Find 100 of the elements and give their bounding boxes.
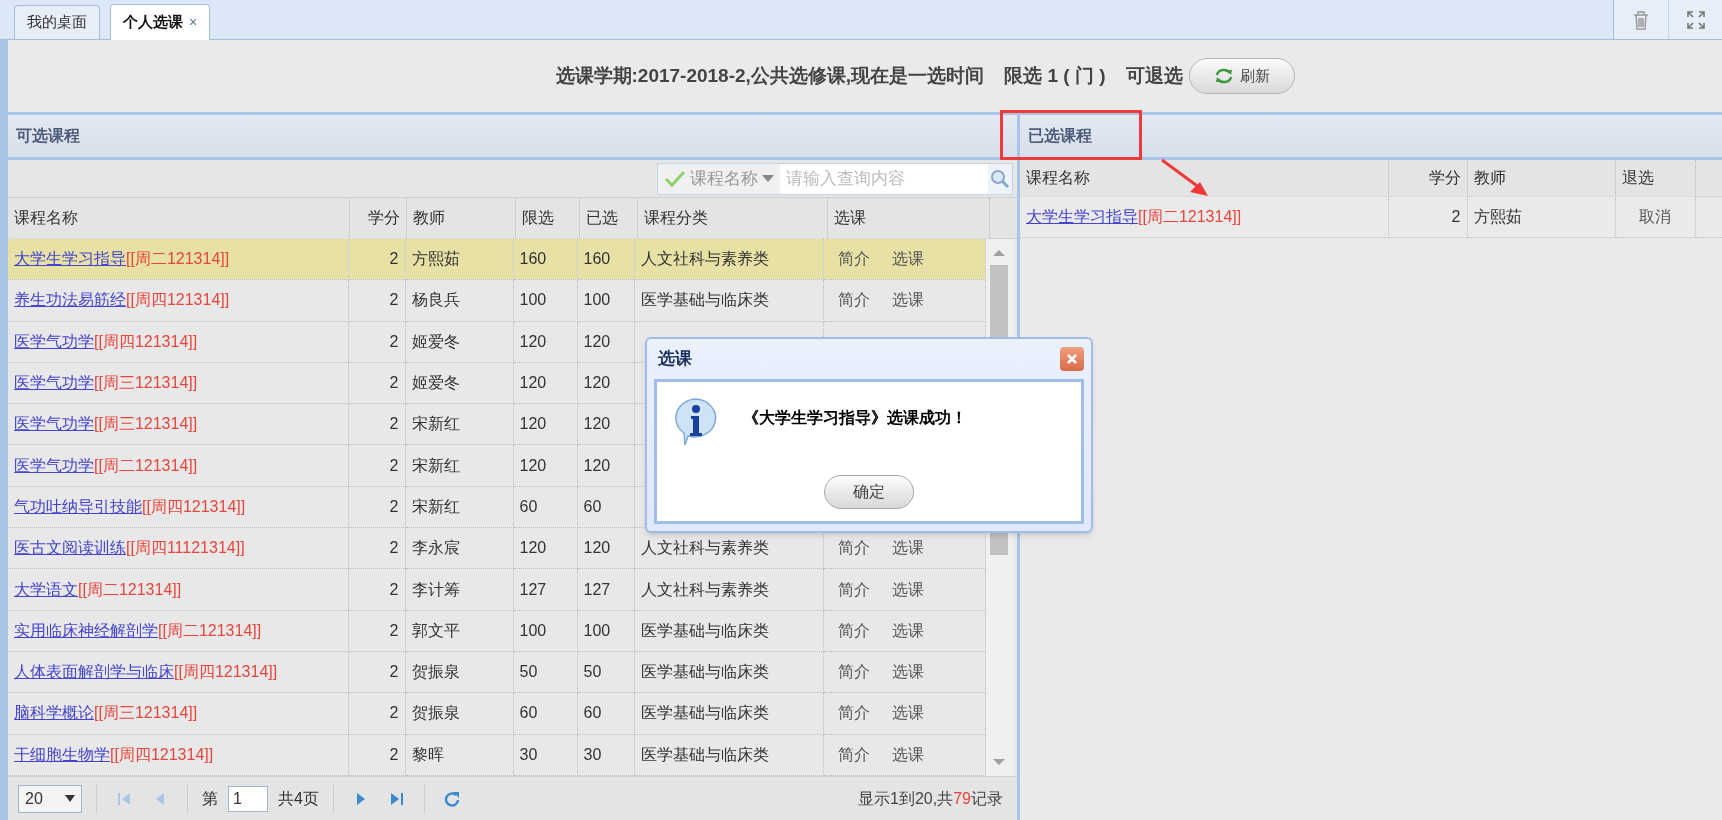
- column-header[interactable]: 教师: [1467, 160, 1615, 196]
- table-cell: 宋新红: [405, 486, 513, 528]
- action-link[interactable]: 简介: [837, 663, 870, 681]
- record-summary: 显示1到20,共79记录: [858, 788, 1004, 809]
- action-link[interactable]: 选课: [891, 663, 924, 681]
- schedule-text: [[周二121314]]: [78, 580, 182, 598]
- course-link[interactable]: 人体表面解剖学与临床: [14, 663, 174, 681]
- table-cell: 郭文平: [405, 610, 513, 652]
- table-cell: 120: [513, 445, 577, 487]
- column-header[interactable]: 学分: [1388, 160, 1467, 196]
- course-link[interactable]: 实用临床神经解剖学: [14, 621, 158, 639]
- action-link[interactable]: 简介: [837, 539, 870, 557]
- table-cell: 2: [348, 527, 405, 569]
- action-link[interactable]: 简介: [837, 621, 870, 639]
- table-cell: 120: [513, 527, 577, 569]
- course-link[interactable]: 医古文阅读训练: [14, 539, 126, 557]
- table-row[interactable]: 大学语文[[周二121314]] 2 李计筹 127 127 人文社科与素养类 简介 选课: [8, 568, 985, 611]
- column-header[interactable]: 学分: [349, 198, 407, 238]
- cancel-link[interactable]: 取消: [1639, 207, 1671, 225]
- column-header[interactable]: 限选: [515, 198, 580, 238]
- action-link[interactable]: 简介: [837, 249, 870, 267]
- table-cell: 2: [348, 445, 405, 487]
- table-row[interactable]: 人体表面解剖学与临床[[周四121314]] 2 贺振泉 50 50 医学基础与临床类 简介 选课: [8, 651, 985, 693]
- table-cell: 贺振泉: [405, 651, 513, 693]
- table-cell: 127: [513, 568, 577, 611]
- table-row[interactable]: 实用临床神经解剖学[[周二121314]] 2 郭文平 100 100 医学基础与临床类 简介 选课: [8, 610, 985, 652]
- course-link[interactable]: 气功吐纳导引技能: [14, 497, 142, 515]
- course-link[interactable]: 养生功法易筋经: [14, 291, 126, 309]
- action-link[interactable]: 简介: [837, 704, 870, 722]
- refresh-button[interactable]: 刷新: [1188, 58, 1295, 94]
- table-cell: 贺振泉: [405, 692, 513, 735]
- term-info: 选课学期:2017-2018-2,公共选修课,现在是一选时间: [555, 63, 985, 88]
- action-link[interactable]: 选课: [891, 539, 924, 557]
- page-size-select[interactable]: 20: [18, 784, 82, 813]
- schedule-text: [[周四121314]]: [94, 332, 198, 350]
- column-header[interactable]: 教师: [406, 198, 516, 238]
- table-cell: 方熙茹: [1467, 196, 1615, 237]
- refresh-icon: [1213, 67, 1234, 85]
- course-link[interactable]: 医学气功学: [14, 415, 94, 433]
- action-link[interactable]: 简介: [837, 580, 870, 598]
- table-cell: 120: [577, 362, 634, 404]
- table-cell: 60: [513, 692, 577, 735]
- table-cell: 黎晖: [405, 734, 513, 776]
- caret-icon: [762, 174, 774, 183]
- column-header[interactable]: 选课: [827, 198, 990, 238]
- withdraw-text: 可退选: [1125, 63, 1183, 88]
- schedule-text: [[周二121314]]: [126, 249, 230, 267]
- table-cell: 100: [577, 610, 634, 652]
- action-link[interactable]: 选课: [891, 291, 924, 309]
- table-cell: 120: [513, 362, 577, 404]
- table-cell: 2: [348, 651, 405, 693]
- action-link[interactable]: 选课: [891, 745, 924, 763]
- course-link[interactable]: 大学生学习指导: [1026, 207, 1138, 225]
- table-cell: 30: [513, 734, 577, 776]
- tab[interactable]: 个人选课 ×: [110, 4, 211, 40]
- search-button[interactable]: [988, 163, 1012, 194]
- column-header[interactable]: 已选: [579, 198, 638, 238]
- course-link[interactable]: 脑科学概论: [14, 704, 94, 722]
- table-row[interactable]: 干细胞生物学[[周四121314]] 2 黎晖 30 30 医学基础与临床类 简介 选课: [8, 734, 985, 776]
- table-cell: 120: [577, 321, 634, 363]
- close-button[interactable]: ×: [189, 12, 198, 33]
- page-number-field[interactable]: 1: [228, 785, 268, 812]
- table-cell: 医学基础与临床类: [634, 692, 823, 735]
- close-button[interactable]: [1060, 347, 1084, 371]
- course-link[interactable]: 医学气功学: [14, 456, 94, 474]
- course-link[interactable]: 医学气功学: [14, 332, 94, 350]
- course-link[interactable]: 医学气功学: [14, 374, 94, 392]
- table-cell: 医学基础与临床类: [634, 734, 823, 776]
- schedule-text: [[周三121314]]: [94, 415, 198, 433]
- table-cell: 160: [577, 238, 634, 280]
- action-link[interactable]: 选课: [891, 249, 924, 267]
- table-row[interactable]: 脑科学概论[[周三121314]] 2 贺振泉 60 60 医学基础与临床类 简介 选课: [8, 692, 985, 735]
- table-cell: 医学基础与临床类: [634, 610, 823, 652]
- table-cell: 2: [348, 486, 405, 528]
- course-link[interactable]: 大学语文: [14, 580, 78, 598]
- limit-text: 限选 1 ( 门 ): [1004, 63, 1106, 88]
- table-cell: 人文社科与素养类: [634, 568, 823, 611]
- action-link[interactable]: 选课: [891, 621, 924, 639]
- table-cell: 2: [348, 238, 405, 280]
- column-header[interactable]: 退选: [1615, 160, 1695, 196]
- table-row[interactable]: 养生功法易筋经[[周四121314]] 2 杨良兵 100 100 医学基础与临床类 简介 选课: [8, 279, 985, 322]
- action-link[interactable]: 选课: [891, 580, 924, 598]
- action-link[interactable]: 简介: [837, 291, 870, 309]
- check-icon: [664, 169, 686, 188]
- column-header[interactable]: 课程名称: [8, 198, 350, 238]
- table-cell: 2: [348, 734, 405, 776]
- column-header[interactable]: 课程分类: [637, 198, 828, 238]
- table-row[interactable]: 大学生学习指导[[周二121314]] 2 方熙茹 160 160 人文社科与素养类 简介 选课: [8, 238, 985, 280]
- schedule-text: [[周二121314]]: [94, 456, 198, 474]
- table-cell: 2: [1388, 196, 1467, 237]
- table-row[interactable]: 医古文阅读训练[[周四11121314]] 2 李永宸 120 120 人文社科与素养类 简介 选课: [8, 527, 985, 569]
- last-page-icon: [389, 790, 404, 807]
- action-link[interactable]: 选课: [891, 704, 924, 722]
- table-cell: 160: [513, 238, 577, 280]
- action-link[interactable]: 简介: [837, 745, 870, 763]
- course-link[interactable]: 干细胞生物学: [14, 745, 110, 763]
- tab[interactable]: 我的桌面: [14, 5, 100, 39]
- course-link[interactable]: 大学生学习指导: [14, 249, 126, 267]
- ok-button[interactable]: 确定: [824, 475, 914, 509]
- reload-icon: [443, 790, 460, 807]
